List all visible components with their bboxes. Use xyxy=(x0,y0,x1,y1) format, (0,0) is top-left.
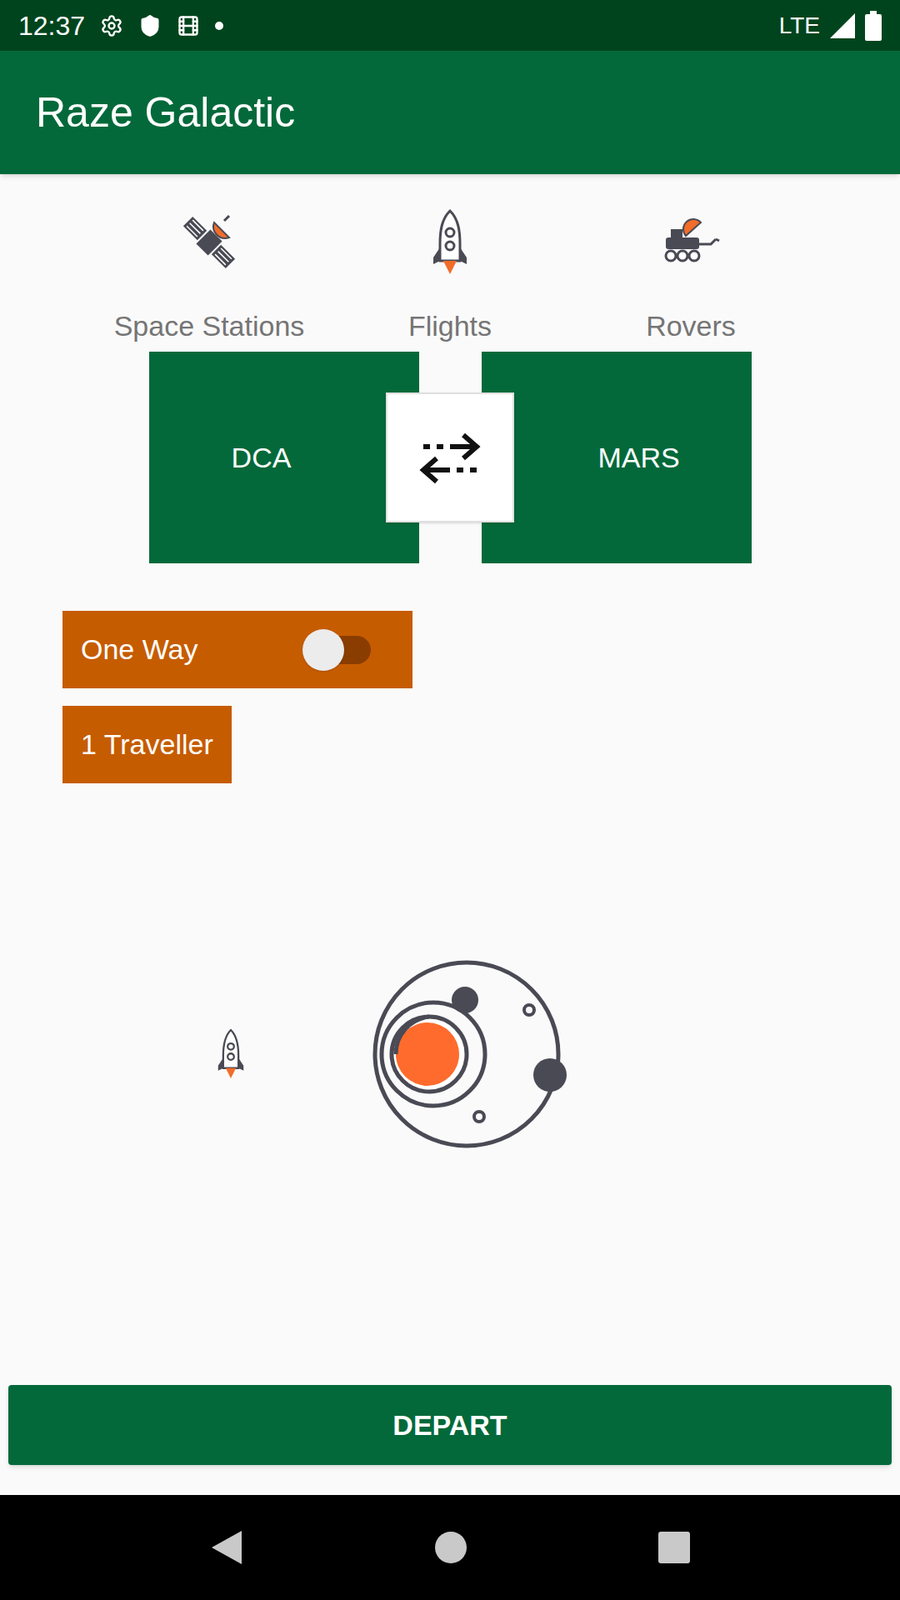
category-item[interactable]: Flights xyxy=(330,207,571,343)
status-bar: 12:37 LTE xyxy=(0,0,900,51)
satellite-icon xyxy=(174,207,245,278)
navigation-bar xyxy=(0,1495,900,1600)
category-label: Space Stations xyxy=(114,309,305,343)
app-bar: Raze Galactic xyxy=(0,50,900,175)
route-row: DCA MARS xyxy=(0,351,900,564)
switch[interactable] xyxy=(307,635,371,665)
swap-icon xyxy=(416,428,484,487)
category-label: Rovers xyxy=(645,309,736,343)
signal-icon xyxy=(828,11,857,40)
network-label: LTE xyxy=(779,8,820,44)
app-screen: 12:37 LTE Raze Galactic Space Stations Fligh… xyxy=(0,0,900,1600)
destination-box[interactable]: MARS xyxy=(481,351,752,564)
solar-system-icon xyxy=(370,958,571,1150)
switch-thumb xyxy=(302,629,345,671)
status-time: 12:37 xyxy=(18,5,85,46)
shield-icon xyxy=(138,14,162,38)
origin-box[interactable]: DCA xyxy=(149,351,420,564)
back-icon[interactable] xyxy=(210,1529,244,1566)
home-icon[interactable] xyxy=(435,1531,467,1564)
small-rocket-icon xyxy=(204,1027,258,1081)
trip-toggle[interactable]: One Way xyxy=(62,610,413,689)
travellers-label: 1 Traveller xyxy=(80,723,214,766)
dot-icon xyxy=(215,21,224,30)
illustration xyxy=(0,958,900,1150)
rover-icon xyxy=(655,207,726,278)
battery-icon xyxy=(865,10,882,41)
destination-label: MARS xyxy=(597,436,680,480)
travellers-button[interactable]: 1 Traveller xyxy=(62,705,232,784)
app-title: Raze Galactic xyxy=(35,81,295,145)
category-row: Space Stations Flights Rovers xyxy=(0,207,900,343)
category-item[interactable]: Space Stations xyxy=(89,207,330,343)
recents-icon[interactable] xyxy=(658,1531,690,1564)
rocket-icon xyxy=(415,207,485,278)
trip-toggle-label: One Way xyxy=(80,628,198,671)
gear-icon xyxy=(100,14,124,38)
film-icon xyxy=(176,14,200,38)
swap-button[interactable] xyxy=(385,392,515,523)
category-item[interactable]: Rovers xyxy=(570,207,812,343)
depart-button[interactable]: DEPART xyxy=(8,1385,892,1465)
category-label: Flights xyxy=(408,309,492,343)
origin-label: DCA xyxy=(231,436,292,480)
